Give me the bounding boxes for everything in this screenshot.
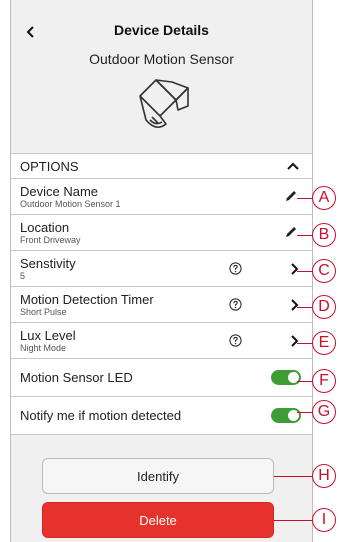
callout-e: E [312, 331, 336, 355]
chevron-right-icon [291, 299, 299, 311]
callout-line [297, 381, 313, 383]
options-list: Device Name Outdoor Motion Sensor 1 Loca… [11, 179, 312, 435]
callout-f: F [312, 369, 336, 393]
options-label: OPTIONS [20, 158, 79, 174]
notify-motion-row: Notify me if motion detected [11, 397, 312, 435]
row-label: Lux Level [20, 328, 76, 343]
notify-motion-toggle[interactable] [271, 408, 301, 423]
pencil-icon[interactable] [284, 189, 298, 203]
callout-line [274, 520, 313, 522]
row-value: Front Driveway [20, 235, 81, 245]
callout-d: D [312, 295, 336, 319]
device-name-row[interactable]: Device Name Outdoor Motion Sensor 1 [11, 179, 312, 215]
pencil-icon[interactable] [284, 225, 298, 239]
header: Device Details Outdoor Motion Sensor [11, 0, 312, 144]
callout-line [297, 198, 313, 200]
sensitivity-row[interactable]: Senstivity 5 [11, 251, 312, 287]
lux-level-row[interactable]: Lux Level Night Mode [11, 323, 312, 359]
callout-a: A [312, 186, 336, 210]
help-icon[interactable] [229, 262, 242, 275]
identify-button[interactable]: Identify [42, 458, 274, 494]
location-row[interactable]: Location Front Driveway [11, 215, 312, 251]
callout-c: C [312, 259, 336, 283]
callout-line [297, 271, 313, 273]
help-icon[interactable] [229, 298, 242, 311]
callout-line [297, 412, 313, 414]
options-section-header[interactable]: OPTIONS [11, 153, 312, 179]
row-label: Location [20, 220, 70, 235]
row-value: 5 [20, 271, 26, 281]
device-type: Outdoor Motion Sensor [89, 51, 234, 67]
row-value: Short Pulse [20, 307, 67, 317]
callout-line [297, 307, 313, 309]
chevron-right-icon [291, 335, 299, 347]
row-value: Outdoor Motion Sensor 1 [20, 199, 121, 209]
row-label: Notify me if motion detected [20, 408, 182, 423]
chevron-right-icon [291, 263, 299, 275]
callout-line [274, 476, 313, 478]
row-label: Senstivity [20, 256, 76, 271]
callout-g: G [312, 400, 336, 424]
callout-b: B [312, 223, 336, 247]
callout-line [297, 343, 313, 345]
row-label: Motion Detection Timer [20, 292, 154, 307]
row-label: Device Name [20, 184, 99, 199]
phone-screen: Device Details Outdoor Motion Sensor OPT… [10, 0, 313, 542]
delete-button[interactable]: Delete [42, 502, 274, 538]
callout-h: H [312, 464, 336, 488]
chevron-up-icon [287, 162, 299, 170]
page-title: Device Details [114, 22, 209, 38]
help-icon[interactable] [229, 334, 242, 347]
callout-line [297, 235, 313, 237]
callout-i: I [312, 508, 336, 532]
motion-sensor-led-row: Motion Sensor LED [11, 359, 312, 397]
motion-detection-timer-row[interactable]: Motion Detection Timer Short Pulse [11, 287, 312, 323]
motion-sensor-icon [139, 79, 189, 128]
row-label: Motion Sensor LED [20, 370, 133, 385]
motion-sensor-led-toggle[interactable] [271, 370, 301, 385]
row-value: Night Mode [20, 343, 67, 353]
